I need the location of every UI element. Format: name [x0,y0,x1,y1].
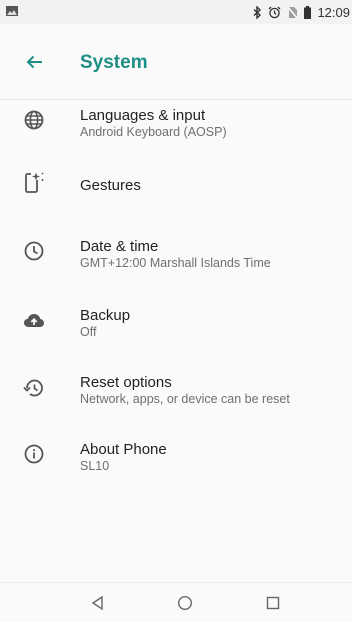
settings-item-backup[interactable]: Backup Off [0,301,352,368]
settings-item-subtitle: GMT+12:00 Marshall Islands Time [80,256,271,270]
gestures-icon [25,172,44,193]
settings-item-subtitle: Android Keyboard (AOSP) [80,125,227,139]
settings-item-gestures[interactable]: Gestures [0,167,352,234]
settings-item-subtitle: Network, apps, or device can be reset [80,392,290,406]
settings-list: Languages & input Android Keyboard (AOSP… [0,100,352,502]
settings-item-subtitle: Off [80,325,97,339]
navigation-bar [0,582,352,622]
settings-item-reset[interactable]: Reset options Network, apps, or device c… [0,368,352,435]
settings-item-title: Languages & input [80,107,206,124]
recents-square-icon[interactable] [263,593,283,613]
cloud-upload-icon [24,314,44,327]
settings-item-about-phone[interactable]: About Phone SL10 [0,435,352,502]
home-circle-icon[interactable] [175,593,195,613]
bluetooth-icon [253,5,262,19]
alarm-icon [268,6,281,18]
settings-item-title: About Phone [80,441,167,458]
image-icon [6,6,18,16]
app-bar: System [0,24,352,100]
battery-icon [304,5,312,19]
settings-item-title: Date & time [80,238,159,255]
clock-icon [24,241,44,261]
restore-icon [23,379,43,397]
arrow-back-icon[interactable] [24,52,44,72]
settings-item-title: Gestures [80,177,141,194]
settings-item-title: Backup [80,307,131,324]
settings-item-languages[interactable]: Languages & input Android Keyboard (AOSP… [0,100,352,167]
status-time: 12:09 [317,4,350,20]
settings-item-subtitle: SL10 [80,459,110,473]
no-sim-icon [287,5,299,19]
status-bar: 12:09 [0,0,352,24]
settings-item-title: Reset options [80,374,172,391]
info-icon [24,444,44,464]
settings-item-date-time[interactable]: Date & time GMT+12:00 Marshall Islands T… [0,234,352,301]
globe-icon [24,110,44,130]
back-triangle-icon[interactable] [88,593,108,613]
page-title: System [80,52,148,73]
